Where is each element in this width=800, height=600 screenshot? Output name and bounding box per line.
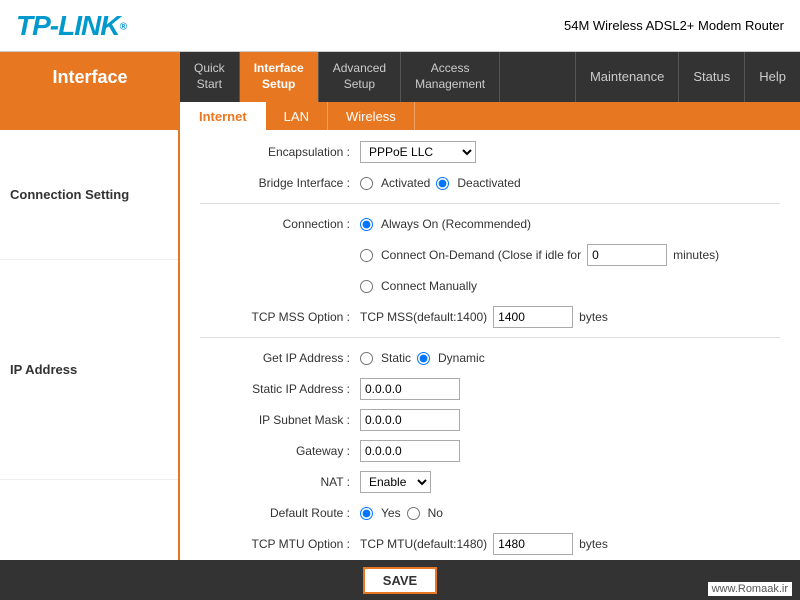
minutes-label: minutes) bbox=[673, 248, 719, 262]
tab-status[interactable]: Status bbox=[678, 52, 744, 102]
tab-interface-setup[interactable]: Interface Setup bbox=[240, 52, 319, 102]
encapsulation-control: PPPoE LLC PPPoE VC-Mux IPoE LLC IPoE VC-… bbox=[360, 141, 476, 163]
connection-manually-row: Connect Manually bbox=[200, 274, 780, 298]
subtab-wireless[interactable]: Wireless bbox=[328, 102, 415, 130]
always-on-label[interactable]: Always On (Recommended) bbox=[381, 217, 531, 231]
header: TP-LINK® 54M Wireless ADSL2+ Modem Route… bbox=[0, 0, 800, 52]
bridge-activated-radio[interactable] bbox=[360, 177, 373, 190]
tab-advanced-setup[interactable]: Advanced Setup bbox=[319, 52, 401, 102]
save-button[interactable]: SAVE bbox=[363, 567, 437, 594]
default-route-no-label[interactable]: No bbox=[428, 506, 443, 520]
sidebar-labels: Connection Setting IP Address bbox=[0, 130, 180, 560]
tcp-mtu-label: TCP MTU Option : bbox=[200, 537, 360, 551]
ip-static-label[interactable]: Static bbox=[381, 351, 411, 365]
get-ip-control: Static Dynamic bbox=[360, 351, 485, 365]
idle-time-input[interactable] bbox=[587, 244, 667, 266]
connection-on-demand-row: Connect On-Demand (Close if idle for min… bbox=[200, 243, 780, 267]
connect-manually-control: Connect Manually bbox=[360, 279, 477, 293]
always-on-radio[interactable] bbox=[360, 218, 373, 231]
connect-manually-label[interactable]: Connect Manually bbox=[381, 279, 477, 293]
nav-bar: Interface Quick Start Interface Setup Ad… bbox=[0, 52, 800, 102]
static-ip-row: Static IP Address : bbox=[200, 377, 780, 401]
watermark: www.Romaak.ir bbox=[708, 582, 792, 596]
subnet-mask-control bbox=[360, 409, 460, 431]
tcp-mtu-suffix: bytes bbox=[579, 537, 608, 551]
bridge-interface-row: Bridge Interface : Activated Deactivated bbox=[200, 171, 780, 195]
bridge-interface-label: Bridge Interface : bbox=[200, 176, 360, 190]
nat-select[interactable]: Enable Disable bbox=[360, 471, 431, 493]
tcp-mtu-input[interactable] bbox=[493, 533, 573, 555]
static-ip-label: Static IP Address : bbox=[200, 382, 360, 396]
subnet-mask-label: IP Subnet Mask : bbox=[200, 413, 360, 427]
bridge-activated-label[interactable]: Activated bbox=[381, 176, 430, 190]
bridge-deactivated-label[interactable]: Deactivated bbox=[457, 176, 520, 190]
connection-setting-label: Connection Setting bbox=[0, 130, 178, 260]
tcp-mss-hint: TCP MSS(default:1400) bbox=[360, 310, 487, 324]
bridge-interface-control: Activated Deactivated bbox=[360, 176, 521, 190]
static-ip-input[interactable] bbox=[360, 378, 460, 400]
tcp-mtu-hint: TCP MTU(default:1480) bbox=[360, 537, 487, 551]
connect-on-demand-label[interactable]: Connect On-Demand (Close if idle for bbox=[381, 248, 581, 262]
gateway-label: Gateway : bbox=[200, 444, 360, 458]
connect-manually-radio[interactable] bbox=[360, 280, 373, 293]
connection-always-on-row: Connection : Always On (Recommended) bbox=[200, 212, 780, 236]
tcp-mss-control: TCP MSS(default:1400) bytes bbox=[360, 306, 608, 328]
nat-label: NAT : bbox=[200, 475, 360, 489]
tcp-mtu-control: TCP MTU(default:1480) bytes bbox=[360, 533, 608, 555]
nav-tabs-right: Maintenance Status Help bbox=[575, 52, 800, 102]
connection-always-on-control: Always On (Recommended) bbox=[360, 217, 531, 231]
main-content: Encapsulation : PPPoE LLC PPPoE VC-Mux I… bbox=[180, 130, 800, 560]
default-route-yes-radio[interactable] bbox=[360, 507, 373, 520]
gateway-row: Gateway : bbox=[200, 439, 780, 463]
tab-access-management[interactable]: Access Management bbox=[401, 52, 500, 102]
nav-sidebar-label: Interface bbox=[0, 52, 180, 102]
tab-maintenance[interactable]: Maintenance bbox=[575, 52, 678, 102]
ip-address-label: IP Address bbox=[0, 260, 178, 480]
encapsulation-label: Encapsulation : bbox=[200, 145, 360, 159]
get-ip-label: Get IP Address : bbox=[200, 351, 360, 365]
device-name: 54M Wireless ADSL2+ Modem Router bbox=[564, 18, 784, 33]
default-route-label: Default Route : bbox=[200, 506, 360, 520]
content-wrapper: Connection Setting IP Address Encapsulat… bbox=[0, 130, 800, 560]
tcp-mss-suffix: bytes bbox=[579, 310, 608, 324]
connect-on-demand-radio[interactable] bbox=[360, 249, 373, 262]
get-ip-row: Get IP Address : Static Dynamic bbox=[200, 346, 780, 370]
nav-tabs: Quick Start Interface Setup Advanced Set… bbox=[180, 52, 575, 102]
ip-dynamic-radio[interactable] bbox=[417, 352, 430, 365]
sub-tabs: Internet LAN Wireless bbox=[0, 102, 800, 130]
ip-static-radio[interactable] bbox=[360, 352, 373, 365]
default-route-control: Yes No bbox=[360, 506, 443, 520]
gateway-control bbox=[360, 440, 460, 462]
connect-on-demand-control: Connect On-Demand (Close if idle for min… bbox=[360, 244, 719, 266]
tcp-mss-input[interactable] bbox=[493, 306, 573, 328]
subtab-internet[interactable]: Internet bbox=[180, 102, 266, 130]
gateway-input[interactable] bbox=[360, 440, 460, 462]
nat-control: Enable Disable bbox=[360, 471, 431, 493]
encapsulation-select[interactable]: PPPoE LLC PPPoE VC-Mux IPoE LLC IPoE VC-… bbox=[360, 141, 476, 163]
footer: SAVE bbox=[0, 560, 800, 600]
subtab-lan[interactable]: LAN bbox=[266, 102, 328, 130]
default-route-no-radio[interactable] bbox=[407, 507, 420, 520]
subnet-mask-row: IP Subnet Mask : bbox=[200, 408, 780, 432]
default-route-row: Default Route : Yes No bbox=[200, 501, 780, 525]
default-route-yes-label[interactable]: Yes bbox=[381, 506, 401, 520]
static-ip-control bbox=[360, 378, 460, 400]
connection-label: Connection : bbox=[200, 217, 360, 231]
bridge-deactivated-radio[interactable] bbox=[436, 177, 449, 190]
tab-help[interactable]: Help bbox=[744, 52, 800, 102]
subnet-mask-input[interactable] bbox=[360, 409, 460, 431]
tcp-mss-label: TCP MSS Option : bbox=[200, 310, 360, 324]
tcp-mss-row: TCP MSS Option : TCP MSS(default:1400) b… bbox=[200, 305, 780, 329]
tcp-mtu-row: TCP MTU Option : TCP MTU(default:1480) b… bbox=[200, 532, 780, 556]
ip-dynamic-label[interactable]: Dynamic bbox=[438, 351, 485, 365]
nat-row: NAT : Enable Disable bbox=[200, 470, 780, 494]
tab-quick-start[interactable]: Quick Start bbox=[180, 52, 240, 102]
encapsulation-row: Encapsulation : PPPoE LLC PPPoE VC-Mux I… bbox=[200, 140, 780, 164]
logo: TP-LINK® bbox=[16, 10, 126, 42]
